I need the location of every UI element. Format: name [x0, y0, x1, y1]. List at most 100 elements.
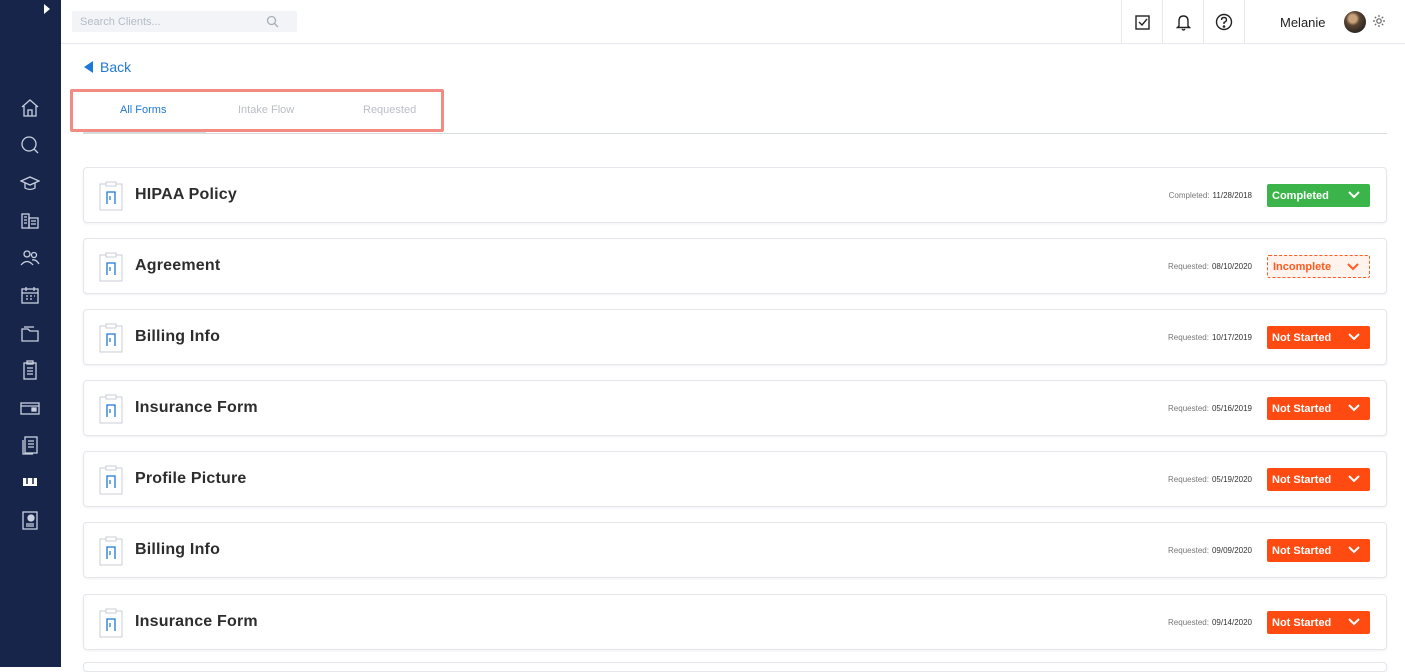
form-date: Completed: 11/28/2018 — [1169, 191, 1252, 200]
chevron-down-icon — [1348, 618, 1360, 626]
date-label: Requested: — [1168, 546, 1209, 555]
notifications-button[interactable] — [1162, 0, 1203, 44]
avatar[interactable] — [1344, 11, 1366, 33]
tasks-button[interactable] — [1121, 0, 1162, 44]
calendar-icon[interactable] — [18, 283, 42, 307]
chevron-down-icon — [1348, 404, 1360, 412]
chevron-down-icon — [1347, 263, 1359, 271]
date-value: 08/10/2020 — [1211, 262, 1252, 271]
form-tabs: All Forms Intake Flow Requested — [83, 92, 1387, 134]
form-row[interactable]: Profile Picture Requested: 05/19/2020 Not… — [83, 451, 1387, 507]
top-bar: Melanie — [61, 0, 1405, 44]
status-label: Not Started — [1272, 616, 1332, 629]
date-value: 09/14/2020 — [1211, 618, 1252, 627]
search-box — [72, 11, 297, 32]
search-input[interactable] — [72, 11, 262, 32]
form-date: Requested: 05/16/2019 — [1168, 404, 1252, 413]
form-row[interactable]: Insurance Form Requested: 05/16/2019 Not … — [83, 380, 1387, 436]
form-row[interactable]: Billing Info Requested: 10/17/2019 Not St… — [83, 309, 1387, 365]
date-value: 09/09/2020 — [1211, 546, 1252, 555]
date-label: Requested: — [1168, 333, 1209, 342]
chevron-down-icon — [1348, 333, 1360, 341]
form-document-icon — [99, 465, 123, 495]
status-dropdown[interactable]: Not Started — [1267, 611, 1370, 634]
form-title: Insurance Form — [135, 399, 258, 416]
form-title: Billing Info — [135, 328, 221, 345]
form-document-icon — [99, 608, 123, 638]
form-title: Agreement — [135, 257, 221, 274]
home-icon[interactable] — [18, 96, 42, 120]
credit-card-icon[interactable] — [18, 396, 42, 420]
bell-icon — [1175, 14, 1191, 31]
chevron-down-icon — [1348, 475, 1360, 483]
tab-intake-flow[interactable]: Intake Flow — [238, 104, 294, 116]
date-value: 10/17/2019 — [1211, 333, 1252, 342]
buildings-icon[interactable] — [18, 208, 42, 232]
form-row[interactable]: Insurance Form Requested: 09/14/2020 Not … — [83, 594, 1387, 650]
date-label: Requested: — [1168, 404, 1209, 413]
active-tab-indicator — [83, 131, 206, 134]
date-label: Requested: — [1168, 475, 1209, 484]
date-label: Requested: — [1168, 262, 1209, 271]
search-icon[interactable] — [266, 15, 279, 28]
tab-all-forms[interactable]: All Forms — [120, 104, 166, 116]
form-date: Requested: 09/14/2020 — [1168, 618, 1252, 627]
sidebar-expand-icon[interactable] — [42, 3, 52, 15]
graduation-cap-icon[interactable] — [18, 171, 42, 195]
form-row[interactable]: HIPAA Policy Completed: 11/28/2018 Comple… — [83, 167, 1387, 223]
status-label: Not Started — [1272, 402, 1332, 415]
chat-icon[interactable] — [18, 133, 42, 157]
status-dropdown[interactable]: Not Started — [1267, 397, 1370, 420]
question-circle-icon — [1215, 13, 1233, 31]
form-row[interactable]: Billing Info Requested: 09/09/2020 Not St… — [83, 522, 1387, 578]
form-document-icon — [99, 323, 123, 353]
date-value: 05/16/2019 — [1211, 404, 1252, 413]
user-menu[interactable]: Melanie — [1244, 0, 1405, 44]
status-label: Not Started — [1272, 331, 1332, 344]
back-label: Back — [100, 59, 132, 75]
tab-requested[interactable]: Requested — [363, 104, 416, 116]
status-label: Completed — [1272, 189, 1329, 202]
folder-icon[interactable] — [18, 321, 42, 345]
report-icon[interactable] — [18, 508, 42, 532]
checklist-icon — [1134, 14, 1150, 30]
back-link[interactable]: Back — [84, 59, 131, 75]
chevron-down-icon — [1348, 546, 1360, 554]
form-date: Requested: 10/17/2019 — [1168, 333, 1252, 342]
clipboard-icon[interactable] — [18, 358, 42, 382]
form-title: Billing Info — [135, 541, 221, 558]
help-button[interactable] — [1203, 0, 1244, 44]
form-date: Requested: 08/10/2020 — [1168, 262, 1252, 271]
date-value: 05/19/2020 — [1211, 475, 1252, 484]
sidebar — [0, 0, 61, 667]
documents-icon[interactable] — [18, 433, 42, 457]
user-name: Melanie — [1280, 15, 1326, 30]
form-title: Profile Picture — [135, 470, 247, 487]
back-arrow-icon — [84, 61, 93, 73]
date-label: Completed: — [1168, 191, 1210, 200]
chevron-down-icon — [1348, 191, 1360, 199]
form-date: Requested: 05/19/2020 — [1168, 475, 1252, 484]
status-label: Not Started — [1272, 473, 1332, 486]
status-label: Not Started — [1272, 544, 1332, 557]
form-row-partial — [83, 662, 1387, 672]
gear-icon[interactable] — [1372, 14, 1386, 28]
status-dropdown[interactable]: Not Started — [1267, 468, 1370, 491]
form-document-icon — [99, 252, 123, 282]
status-dropdown[interactable]: Not Started — [1267, 326, 1370, 349]
form-document-icon — [99, 181, 123, 211]
bookmarks-icon[interactable] — [18, 470, 42, 494]
date-label: Requested: — [1168, 618, 1209, 627]
form-document-icon — [99, 394, 123, 424]
status-label: Incomplete — [1273, 260, 1332, 273]
status-dropdown[interactable]: Completed — [1267, 184, 1370, 207]
date-value: 11/28/2018 — [1212, 191, 1252, 200]
users-icon[interactable] — [18, 246, 42, 270]
form-row[interactable]: Agreement Requested: 08/10/2020 Incomplet… — [83, 238, 1387, 294]
form-date: Requested: 09/09/2020 — [1168, 546, 1252, 555]
status-dropdown[interactable]: Incomplete — [1267, 255, 1370, 278]
status-dropdown[interactable]: Not Started — [1267, 539, 1370, 562]
form-title: HIPAA Policy — [135, 186, 237, 203]
form-title: Insurance Form — [135, 613, 258, 630]
form-document-icon — [99, 536, 123, 566]
